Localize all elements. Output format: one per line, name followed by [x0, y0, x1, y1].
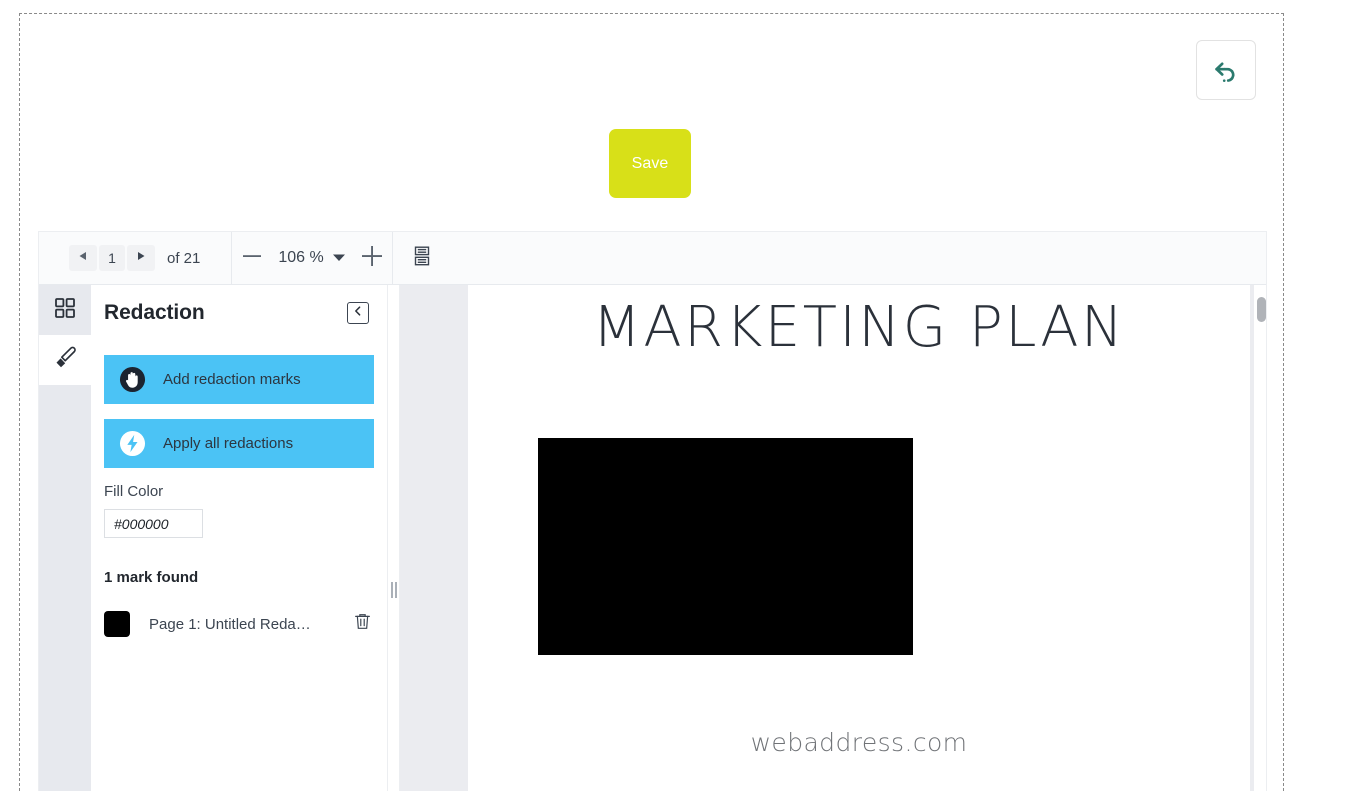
mark-label: Page 1: Untitled Reda…	[149, 615, 311, 633]
page-layout-icon	[411, 245, 433, 272]
add-redaction-marks-button[interactable]: Add redaction marks	[104, 355, 374, 404]
viewer-body: Redaction Add redaction marks Apply all …	[39, 285, 1266, 791]
marks-found-label: 1 mark found	[104, 569, 199, 586]
sidebar-item-annotate[interactable]	[39, 335, 91, 385]
apply-all-redactions-button[interactable]: Apply all redactions	[104, 419, 374, 468]
chevron-left-icon	[352, 304, 364, 322]
vertical-scroll-thumb[interactable]	[1257, 297, 1266, 322]
zoom-group: 106 %	[232, 232, 391, 285]
panel-header: Redaction	[91, 285, 387, 325]
chevron-down-icon	[332, 249, 346, 267]
add-redaction-marks-label: Add redaction marks	[163, 371, 301, 388]
page-number-input[interactable]	[99, 245, 125, 271]
toolbar-divider-2	[391, 232, 393, 285]
list-item[interactable]: Page 1: Untitled Reda…	[91, 611, 387, 637]
pen-edit-icon	[52, 345, 78, 376]
redaction-actions: Add redaction marks Apply all redactions	[91, 355, 387, 468]
document-page: MARKETING PLAN webaddress.com	[468, 285, 1250, 791]
plus-icon	[360, 244, 384, 273]
zoom-level-value: 106 %	[278, 249, 324, 266]
save-button[interactable]: Save	[609, 129, 691, 198]
pdf-viewer: of 21 106 %	[38, 231, 1267, 791]
document-title: MARKETING PLAN	[592, 295, 1126, 360]
hand-stop-icon	[117, 365, 147, 395]
trash-icon	[353, 612, 372, 636]
black-redaction-rectangle[interactable]	[538, 438, 913, 655]
zoom-in-button[interactable]	[352, 238, 392, 278]
redaction-panel: Redaction Add redaction marks Apply all …	[91, 285, 388, 791]
apply-all-redactions-label: Apply all redactions	[163, 435, 294, 452]
triangle-right-icon	[135, 249, 147, 267]
lightning-bolt-icon	[117, 429, 147, 459]
collapse-panel-button[interactable]	[347, 302, 369, 324]
undo-arrow-icon	[1211, 55, 1241, 85]
left-icon-rail	[39, 285, 91, 791]
drag-grip-icon	[391, 582, 397, 598]
document-canvas: MARKETING PLAN webaddress.com	[400, 285, 1266, 791]
previous-page-button[interactable]	[69, 245, 97, 271]
triangle-left-icon	[77, 249, 89, 267]
viewer-toolbar: of 21 106 %	[39, 232, 1266, 285]
page-layout-button[interactable]	[400, 236, 444, 280]
zoom-level-dropdown[interactable]: 106 %	[272, 249, 351, 267]
fill-color-label: Fill Color	[104, 483, 164, 500]
document-web-address: webaddress.com	[750, 728, 968, 757]
sidebar-item-thumbnails[interactable]	[39, 285, 91, 335]
fill-color-input[interactable]	[105, 510, 298, 537]
grid-four-squares-icon	[52, 295, 78, 326]
fill-color-control	[104, 509, 298, 538]
page-title: Redaction	[104, 301, 205, 324]
undo-button[interactable]	[1196, 40, 1256, 100]
mark-color-swatch	[104, 611, 130, 637]
zoom-out-button[interactable]	[232, 238, 272, 278]
pagination-group: of 21	[39, 232, 200, 285]
vertical-scrollbar[interactable]	[1254, 285, 1266, 791]
panel-splitter[interactable]	[388, 285, 400, 791]
next-page-button[interactable]	[127, 245, 155, 271]
app-root: Save of 21	[0, 0, 1371, 791]
delete-mark-button[interactable]	[350, 612, 374, 636]
page-total-label: of 21	[167, 249, 201, 267]
minus-icon	[241, 245, 263, 272]
